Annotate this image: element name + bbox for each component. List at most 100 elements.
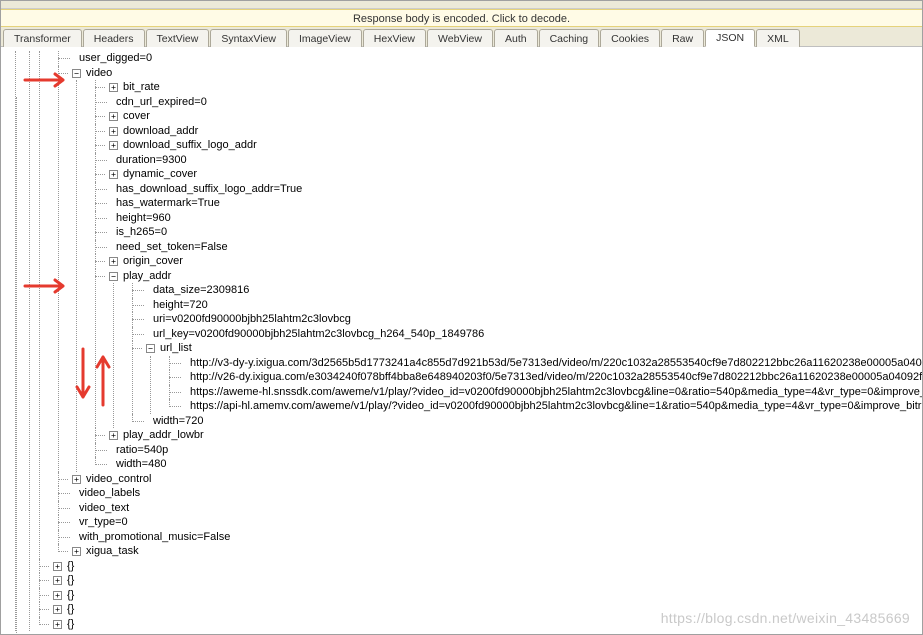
tree-node[interactable]: download_addr [95, 124, 922, 139]
decode-bar[interactable]: Response body is encoded. Click to decod… [1, 9, 922, 27]
tree-node-video[interactable]: video bit_rate cdn_url_expired=0 cover d… [58, 66, 922, 472]
tree-label: {} [67, 560, 74, 572]
tree-label: origin_cover [123, 255, 183, 267]
tree-leaf[interactable]: need_set_token=False [95, 240, 922, 255]
tree-leaf[interactable]: video_text [58, 501, 922, 516]
tree-leaf[interactable]: has_download_suffix_logo_addr=True [95, 182, 922, 197]
tree-leaf-url[interactable]: https://api-hl.amemv.com/aweme/v1/play/?… [169, 399, 922, 414]
tab-raw[interactable]: Raw [661, 29, 704, 47]
expander-icon[interactable] [53, 576, 62, 585]
tree-leaf[interactable]: height=960 [95, 211, 922, 226]
tab-json[interactable]: JSON [705, 29, 755, 47]
expander-icon[interactable] [109, 127, 118, 136]
tree-node[interactable]: download_suffix_logo_addr [95, 138, 922, 153]
tree-leaf[interactable]: user_digged=0 [58, 51, 922, 66]
tree-node[interactable]: origin_cover [95, 254, 922, 269]
tree-label: uri=v0200fd90000bjbh25lahtm2c3lovbcg [153, 313, 351, 325]
tree-leaf[interactable]: uri=v0200fd90000bjbh25lahtm2c3lovbcg [132, 312, 922, 327]
tree-leaf-url[interactable]: http://v3-dy-y.ixigua.com/3d2565b5d17732… [169, 356, 922, 371]
tree-leaf[interactable]: with_promotional_music=False [58, 530, 922, 545]
expander-icon[interactable] [72, 475, 81, 484]
expander-icon[interactable] [146, 344, 155, 353]
tree-leaf[interactable]: url_key=v0200fd90000bjbh25lahtm2c3lovbcg… [132, 327, 922, 342]
tree-label: {} [67, 618, 74, 630]
tree-node[interactable]: dynamic_cover [95, 167, 922, 182]
expander-icon[interactable] [53, 591, 62, 600]
tree-node-brace[interactable]: {} [39, 559, 922, 574]
tab-hexview[interactable]: HexView [363, 29, 426, 47]
tree-leaf[interactable]: cdn_url_expired=0 [95, 95, 922, 110]
tree-label: width=720 [153, 415, 203, 427]
tree-node-brace[interactable]: {} [39, 617, 922, 632]
tree-node[interactable]: play_addr_lowbr [95, 428, 922, 443]
tree-leaf-url[interactable]: https://aweme-hl.snssdk.com/aweme/v1/pla… [169, 385, 922, 400]
tree-label: play_addr_lowbr [123, 429, 204, 441]
tree-label: height=960 [116, 212, 171, 224]
expander-icon[interactable] [53, 620, 62, 629]
tree-label: has_watermark=True [116, 197, 220, 209]
tab-syntaxview[interactable]: SyntaxView [210, 29, 287, 47]
tree-leaf[interactable]: is_h265=0 [95, 225, 922, 240]
tab-caching[interactable]: Caching [539, 29, 600, 47]
tree-label: https://aweme-hl.snssdk.com/aweme/v1/pla… [190, 386, 922, 398]
tree-rail [16, 97, 17, 634]
tree-label: width=480 [116, 458, 166, 470]
tree-node-brace[interactable]: {} [39, 602, 922, 617]
tree-label: video [86, 67, 112, 79]
expander-icon[interactable] [109, 170, 118, 179]
expander-icon[interactable] [53, 562, 62, 571]
tab-xml[interactable]: XML [756, 29, 800, 47]
tree-label: url_list [160, 342, 192, 354]
tree-label: {} [67, 589, 74, 601]
expander-icon[interactable] [109, 112, 118, 121]
tree-label: has_download_suffix_logo_addr=True [116, 183, 302, 195]
tab-textview[interactable]: TextView [146, 29, 210, 47]
tree-node[interactable]: bit_rate [95, 80, 922, 95]
expander-icon[interactable] [109, 83, 118, 92]
tree-label: xigua_task [86, 545, 139, 557]
json-tree-pane[interactable]: user_digged=0 video bit_rate cdn_url_exp… [1, 47, 922, 634]
response-tabstrip: Transformer Headers TextView SyntaxView … [1, 27, 922, 47]
tree-node-play-addr[interactable]: play_addr data_size=2309816 height=720 u… [95, 269, 922, 429]
tree-leaf[interactable]: vr_type=0 [58, 515, 922, 530]
tab-auth[interactable]: Auth [494, 29, 538, 47]
tree-node-url-list[interactable]: url_list http://v3-dy-y.ixigua.com/3d256… [132, 341, 922, 414]
expander-icon[interactable] [72, 69, 81, 78]
tree-leaf[interactable]: width=480 [95, 457, 922, 472]
tree-leaf[interactable]: data_size=2309816 [132, 283, 922, 298]
tree-label: {} [67, 603, 74, 615]
tab-headers[interactable]: Headers [83, 29, 145, 47]
expander-icon[interactable] [109, 141, 118, 150]
tree-node[interactable]: cover [95, 109, 922, 124]
tree-label: cover [123, 110, 150, 122]
tree-label: download_suffix_logo_addr [123, 139, 257, 151]
tree-leaf[interactable]: duration=9300 [95, 153, 922, 168]
tree-leaf[interactable]: width=720 [132, 414, 922, 429]
tab-transformer[interactable]: Transformer [3, 29, 82, 47]
expander-icon[interactable] [72, 547, 81, 556]
tree-leaf[interactable]: ratio=540p [95, 443, 922, 458]
tree-label: http://v26-dy.ixigua.com/e3034240f078bff… [190, 371, 922, 383]
expander-icon[interactable] [109, 272, 118, 281]
tab-webview[interactable]: WebView [427, 29, 493, 47]
tree-leaf[interactable]: video_labels [58, 486, 922, 501]
tree-label: http://v3-dy-y.ixigua.com/3d2565b5d17732… [190, 357, 922, 369]
tree-leaf-url[interactable]: http://v26-dy.ixigua.com/e3034240f078bff… [169, 370, 922, 385]
expander-icon[interactable] [53, 605, 62, 614]
tree-node[interactable]: video_control [58, 472, 922, 487]
app-window: Response body is encoded. Click to decod… [0, 0, 923, 635]
tree-node-brace[interactable]: {} [39, 588, 922, 603]
tree-leaf[interactable]: height=720 [132, 298, 922, 313]
expander-icon[interactable] [109, 257, 118, 266]
tree-label: need_set_token=False [116, 241, 228, 253]
tree-label: duration=9300 [116, 154, 187, 166]
tree-node[interactable]: xigua_task [58, 544, 922, 559]
tree-label: download_addr [123, 125, 198, 137]
expander-icon[interactable] [109, 431, 118, 440]
tree-label: height=720 [153, 299, 208, 311]
tab-imageview[interactable]: ImageView [288, 29, 362, 47]
tree-node-brace[interactable]: {} [39, 573, 922, 588]
tree-label: play_addr [123, 270, 171, 282]
tab-cookies[interactable]: Cookies [600, 29, 660, 47]
tree-leaf[interactable]: has_watermark=True [95, 196, 922, 211]
